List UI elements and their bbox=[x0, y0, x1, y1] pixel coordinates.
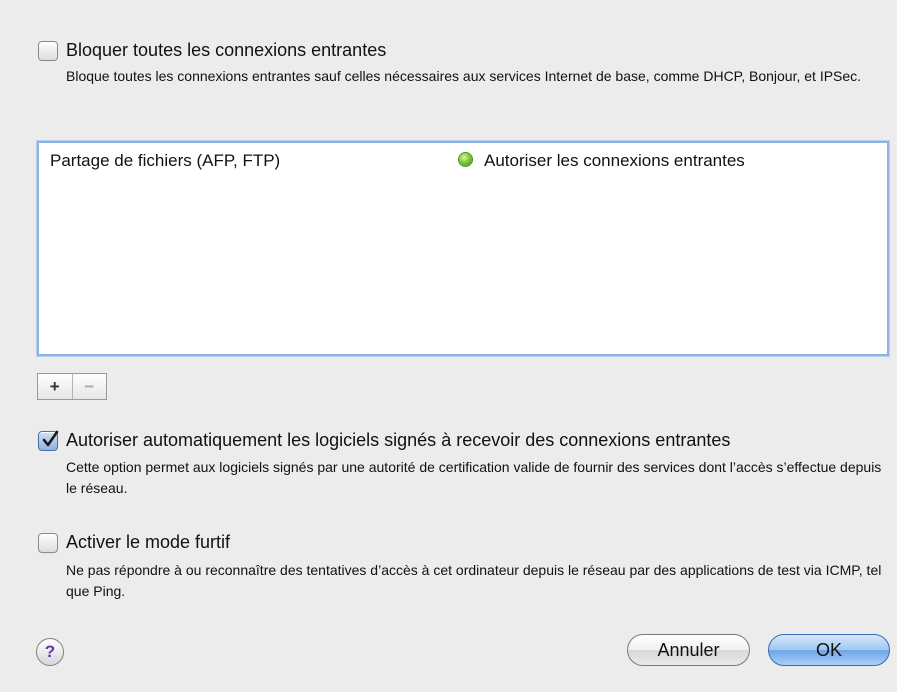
cancel-button[interactable]: Annuler bbox=[627, 634, 750, 666]
allow-signed-description: Cette option permet aux logiciels signés… bbox=[66, 459, 882, 496]
block-all-checkbox[interactable] bbox=[38, 41, 58, 61]
service-status[interactable]: Autoriser les connexions entrantes bbox=[484, 151, 745, 171]
help-button[interactable]: ? bbox=[36, 638, 64, 666]
service-name: Partage de fichiers (AFP, FTP) bbox=[50, 151, 281, 170]
add-button[interactable]: + bbox=[38, 374, 72, 399]
allow-signed-label[interactable]: Autoriser automatiquement les logiciels … bbox=[66, 430, 730, 451]
add-remove-control: + − bbox=[37, 373, 107, 400]
checkmark-icon bbox=[42, 430, 59, 447]
stealth-mode-checkbox[interactable] bbox=[38, 533, 58, 553]
services-list[interactable]: Partage de fichiers (AFP, FTP) Autoriser… bbox=[37, 141, 889, 356]
status-indicator-icon bbox=[459, 153, 472, 166]
block-all-label[interactable]: Bloquer toutes les connexions entrantes bbox=[66, 40, 386, 61]
allow-signed-checkbox[interactable] bbox=[38, 430, 59, 451]
list-item[interactable]: Partage de fichiers (AFP, FTP) Autoriser… bbox=[39, 143, 887, 179]
ok-button[interactable]: OK bbox=[768, 634, 890, 666]
stealth-mode-description: Ne pas répondre à ou reconnaître des ten… bbox=[66, 562, 882, 599]
remove-button[interactable]: − bbox=[71, 374, 107, 399]
block-all-description: Bloque toutes les connexions entrantes s… bbox=[66, 68, 862, 84]
stealth-mode-label[interactable]: Activer le mode furtif bbox=[66, 532, 230, 553]
